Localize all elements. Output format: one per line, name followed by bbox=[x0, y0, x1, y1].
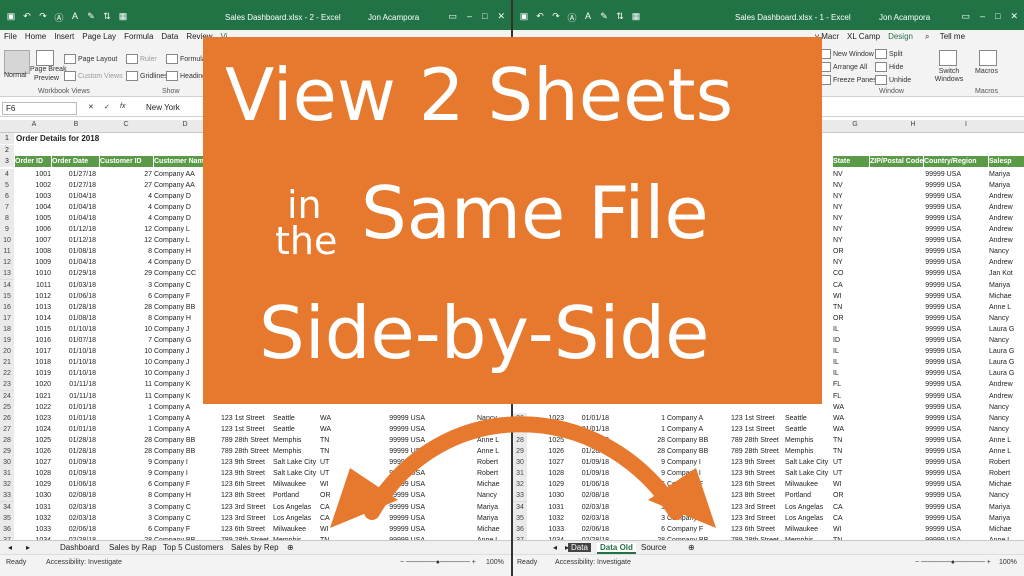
curved-arrow bbox=[364, 416, 684, 520]
double-arrow-graphic bbox=[330, 416, 716, 528]
